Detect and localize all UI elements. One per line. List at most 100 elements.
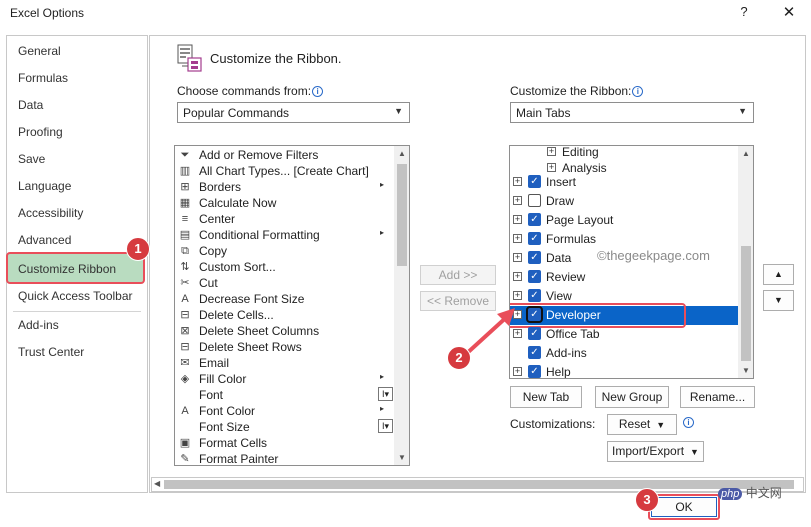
expand-icon[interactable]: +: [547, 147, 556, 156]
customizations-info[interactable]: i: [682, 415, 694, 429]
command-list-item[interactable]: ⧉ Copy: [177, 243, 395, 259]
command-list-item[interactable]: ⊠ Delete Sheet Columns: [177, 323, 395, 339]
font-size-icon: [177, 420, 193, 434]
help-button[interactable]: ?: [734, 4, 754, 22]
ribbon-tabs-scrollbar[interactable]: ▲ ▼: [738, 146, 753, 378]
expand-icon[interactable]: +: [547, 163, 556, 172]
command-list-item[interactable]: Font Size I▾: [177, 419, 395, 435]
scroll-up-arrow-icon[interactable]: ▲: [394, 146, 409, 161]
checkbox-checked-icon[interactable]: ✓: [528, 175, 541, 188]
command-list-item[interactable]: ⊟ Delete Cells...: [177, 307, 395, 323]
checkbox-checked-icon[interactable]: ✓: [528, 251, 541, 264]
expand-icon[interactable]: +: [513, 196, 522, 205]
scroll-up-arrow-icon[interactable]: ▲: [738, 146, 753, 161]
reset-dropdown-button[interactable]: Reset ▼: [607, 414, 677, 435]
sidebar-item-data[interactable]: Data: [18, 98, 43, 112]
ribbon-tab-add-ins[interactable]: ✓ Add-ins: [510, 344, 738, 363]
sidebar-item-customize-ribbon[interactable]: Customize Ribbon: [18, 262, 116, 276]
chevron-down-icon: ▼: [394, 106, 403, 116]
checkbox-unchecked-icon[interactable]: [528, 194, 541, 207]
sidebar-item-trust-center[interactable]: Trust Center: [18, 345, 84, 359]
ribbon-tab-formulas[interactable]: + ✓ Formulas: [510, 230, 738, 249]
checkbox-checked-icon[interactable]: ✓: [528, 365, 541, 378]
command-list-item[interactable]: ▦ Calculate Now: [177, 195, 395, 211]
expand-icon[interactable]: +: [513, 272, 522, 281]
horizontal-scrollbar[interactable]: ◀: [151, 477, 804, 492]
ribbon-tab-insert[interactable]: + ✓ Insert: [510, 173, 738, 192]
close-button[interactable]: ✕: [779, 3, 799, 23]
move-down-button[interactable]: ▼: [763, 290, 794, 311]
new-tab-button[interactable]: New Tab: [510, 386, 582, 408]
command-list-item[interactable]: ✎ Format Painter: [177, 451, 395, 465]
scroll-thumb[interactable]: [397, 164, 407, 266]
delete-rows-icon: ⊟: [180, 341, 190, 353]
commands-listbox[interactable]: ⏷ Add or Remove Filters ▥ All Chart Types..…: [174, 145, 410, 466]
sidebar-item-advanced[interactable]: Advanced: [18, 233, 71, 247]
info-icon[interactable]: i: [312, 86, 324, 97]
command-list-item[interactable]: ⇅ Custom Sort...: [177, 259, 395, 275]
sidebar-item-save[interactable]: Save: [18, 152, 45, 166]
horizontal-scroll-thumb[interactable]: [164, 480, 794, 489]
ribbon-tab-help[interactable]: + ✓ Help: [510, 363, 738, 378]
checkbox-checked-icon[interactable]: ✓: [528, 270, 541, 283]
sidebar-item-quick-access-toolbar[interactable]: Quick Access Toolbar: [18, 289, 133, 303]
sidebar-item-proofing[interactable]: Proofing: [18, 125, 63, 139]
checkbox-checked-icon[interactable]: ✓: [528, 327, 541, 340]
command-list-item[interactable]: ⊞ Borders ▸: [177, 179, 395, 195]
chart-icon: ▥: [179, 165, 191, 177]
ribbon-tab-office-tab[interactable]: + ✓ Office Tab: [510, 325, 738, 344]
command-list-item[interactable]: ✂ Cut: [177, 275, 395, 291]
command-list-item[interactable]: ▤ Conditional Formatting ▸: [177, 227, 395, 243]
checkbox-checked-icon[interactable]: ✓: [528, 289, 541, 302]
sidebar-item-formulas[interactable]: Formulas: [18, 71, 68, 85]
sidebar-item-accessibility[interactable]: Accessibility: [18, 206, 83, 220]
ribbon-tab-draw[interactable]: + Draw: [510, 192, 738, 211]
customize-ribbon-dropdown[interactable]: Main Tabs ▼: [510, 102, 754, 123]
ribbon-tab-page-layout[interactable]: + ✓ Page Layout: [510, 211, 738, 230]
choose-commands-dropdown[interactable]: Popular Commands ▼: [177, 102, 410, 123]
chevron-down-icon: ▼: [656, 420, 666, 430]
checkbox-checked-icon[interactable]: ✓: [528, 213, 541, 226]
command-list-item[interactable]: A Font Color ▸: [177, 403, 395, 419]
command-list-item[interactable]: ✉ Email: [177, 355, 395, 371]
command-label: Add or Remove Filters: [199, 148, 319, 162]
command-list-item[interactable]: ≡ Center: [177, 211, 395, 227]
expand-icon[interactable]: +: [513, 291, 522, 300]
import-export-dropdown-button[interactable]: Import/Export ▼: [607, 441, 704, 462]
import-export-label: Import/Export: [612, 444, 685, 458]
decrease-font-icon: A: [181, 293, 189, 305]
command-list-item[interactable]: Font I▾: [177, 387, 395, 403]
ok-button[interactable]: OK: [651, 497, 717, 517]
sidebar-item-add-ins[interactable]: Add-ins: [18, 318, 59, 332]
sidebar-item-general[interactable]: General: [18, 44, 61, 58]
expand-icon[interactable]: +: [513, 234, 522, 243]
command-list-item[interactable]: ⊟ Delete Sheet Rows: [177, 339, 395, 355]
expand-icon[interactable]: +: [513, 253, 522, 262]
checkbox-checked-icon[interactable]: ✓: [528, 346, 541, 359]
scroll-thumb[interactable]: [741, 246, 751, 361]
rename-button[interactable]: Rename...: [680, 386, 755, 408]
sidebar-item-language[interactable]: Language: [18, 179, 71, 193]
command-label: Borders: [199, 180, 242, 194]
add-button[interactable]: Add >>: [420, 265, 496, 285]
scroll-down-arrow-icon[interactable]: ▼: [394, 450, 409, 465]
command-list-item[interactable]: ⏷ Add or Remove Filters: [177, 147, 395, 163]
chevron-down-icon: ▼: [690, 447, 699, 457]
commands-scrollbar[interactable]: ▲ ▼: [394, 146, 409, 465]
submenu-arrow-icon: ▸: [380, 372, 385, 381]
command-list-item[interactable]: ▣ Format Cells: [177, 435, 395, 451]
info-icon[interactable]: i: [632, 86, 644, 97]
info-icon[interactable]: i: [683, 417, 694, 428]
delete-cells-icon: ⊟: [180, 309, 190, 321]
command-list-item[interactable]: ◈ Fill Color ▸: [177, 371, 395, 387]
command-list-item[interactable]: A Decrease Font Size: [177, 291, 395, 307]
new-group-button[interactable]: New Group: [595, 386, 669, 408]
checkbox-checked-icon[interactable]: ✓: [528, 232, 541, 245]
expand-icon[interactable]: +: [513, 177, 522, 186]
ribbon-tab-review[interactable]: + ✓ Review: [510, 268, 738, 287]
move-up-button[interactable]: ▲: [763, 264, 794, 285]
command-list-item[interactable]: ▥ All Chart Types... [Create Chart]: [177, 163, 395, 179]
scroll-down-arrow-icon[interactable]: ▼: [738, 363, 753, 378]
scroll-left-arrow-icon[interactable]: ◀: [154, 479, 160, 488]
expand-icon[interactable]: +: [513, 215, 522, 224]
